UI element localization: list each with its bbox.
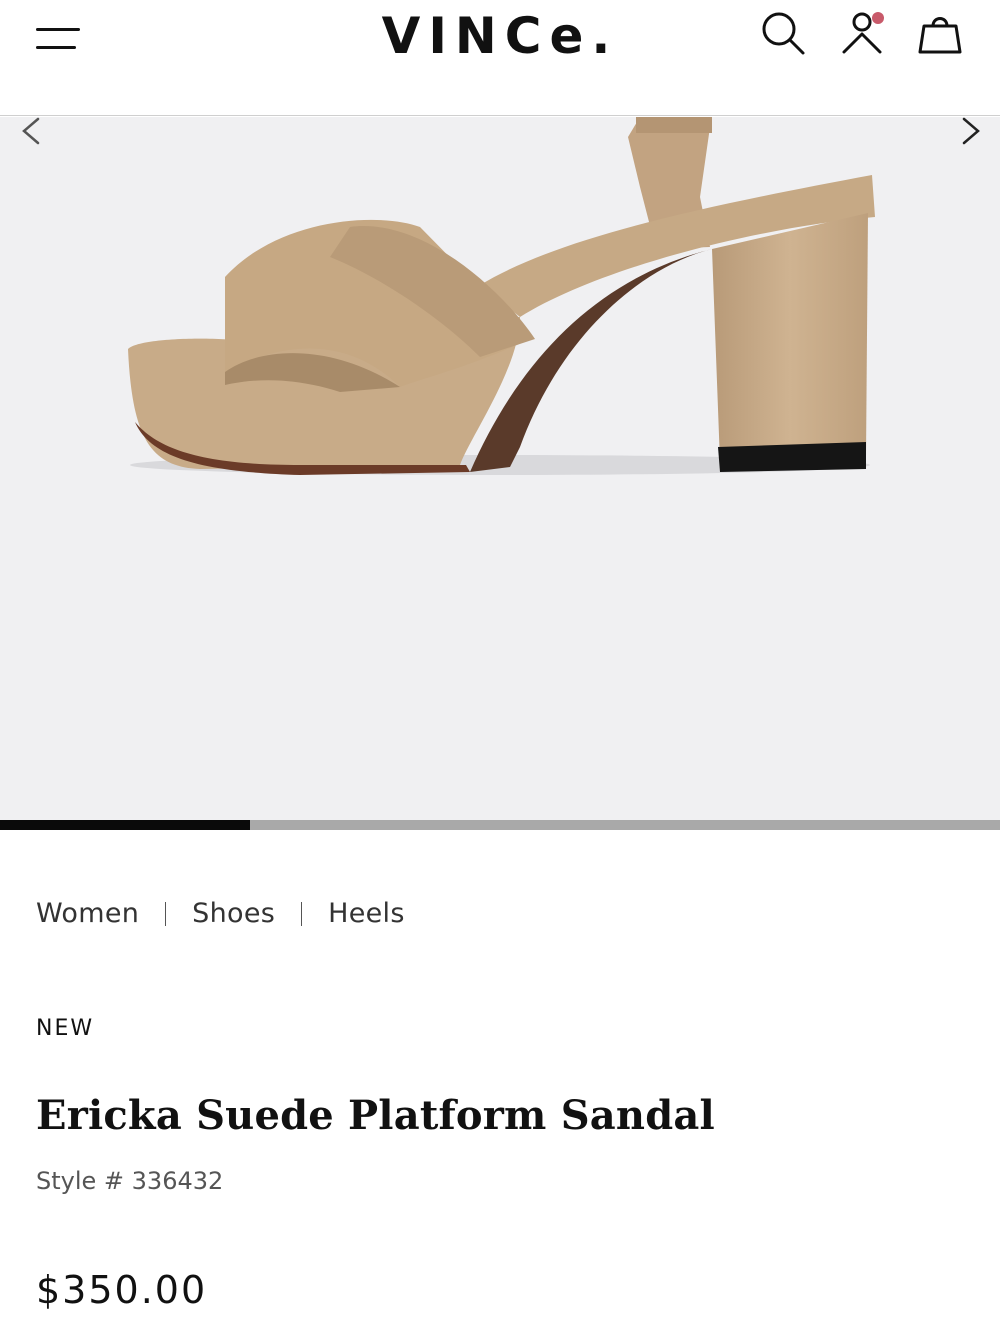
gallery-progress-bar — [0, 820, 1000, 830]
product-image-gallery[interactable] — [0, 117, 1000, 820]
product-title: Ericka Suede Platform Sandal — [36, 1092, 715, 1139]
breadcrumb-women[interactable]: Women — [36, 898, 139, 929]
style-number: Style # 336432 — [36, 1167, 224, 1195]
breadcrumb-separator — [165, 901, 167, 926]
notification-dot — [872, 12, 884, 24]
product-price: $350.00 — [36, 1268, 208, 1312]
gallery-progress-fill — [0, 820, 250, 830]
site-header: VINCe. — [0, 0, 1000, 116]
breadcrumb-separator — [301, 901, 303, 926]
new-badge: NEW — [36, 1016, 95, 1041]
shopping-bag-icon[interactable] — [916, 8, 964, 56]
chevron-right-icon[interactable] — [950, 117, 990, 147]
user-icon[interactable] — [838, 8, 886, 56]
breadcrumb-shoes[interactable]: Shoes — [192, 898, 275, 929]
product-image-sandal — [128, 117, 875, 475]
breadcrumb-heels[interactable]: Heels — [328, 898, 405, 929]
search-icon[interactable] — [758, 8, 806, 56]
breadcrumb: Women Shoes Heels — [36, 898, 405, 929]
chevron-left-icon[interactable] — [14, 117, 54, 147]
